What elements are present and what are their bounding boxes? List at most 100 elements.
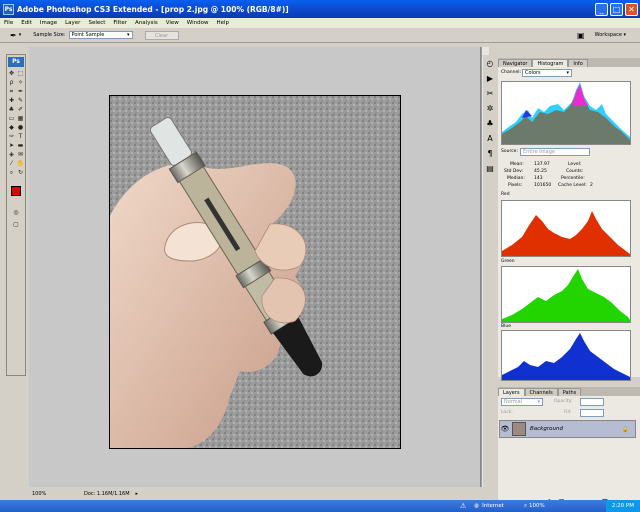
opacity-field[interactable]: [580, 398, 604, 406]
tool-preset-arrow-icon[interactable]: ▾: [19, 32, 22, 38]
layer-name[interactable]: Background: [530, 426, 563, 432]
eyedropper-icon[interactable]: ✒: [10, 31, 17, 40]
tray-clock[interactable]: 2:20 PM: [612, 503, 634, 509]
blue-label: Blue: [501, 324, 511, 329]
blend-mode-select[interactable]: Normal ▾: [501, 398, 543, 406]
internet-zone-label: Internet: [482, 503, 504, 509]
menu-edit[interactable]: Edit: [17, 20, 36, 26]
hand-tool-icon[interactable]: ✋: [17, 160, 25, 168]
fill-label: Fill:: [564, 410, 572, 415]
eraser-tool-icon[interactable]: ▭: [8, 115, 16, 123]
blur-tool-icon[interactable]: ◆: [8, 124, 16, 132]
channel-select[interactable]: Colors ▾: [522, 69, 572, 77]
source-value: Entire Image: [523, 148, 555, 155]
notes-panel-icon[interactable]: ▤: [486, 164, 494, 173]
eyedropper-sample-tool-icon[interactable]: ⁄: [8, 160, 16, 168]
zoom-level[interactable]: 100%: [32, 491, 56, 497]
sample-size-value: Point Sample: [71, 31, 105, 38]
menu-select[interactable]: Select: [84, 20, 109, 26]
brush-tool-icon[interactable]: ✎: [17, 97, 25, 105]
fill-field[interactable]: [580, 409, 604, 417]
menu-view[interactable]: View: [162, 20, 183, 26]
rotate-view-tool-icon[interactable]: ↻: [17, 169, 25, 177]
healing-brush-tool-icon[interactable]: ✚: [8, 97, 16, 105]
tool-presets-panel-icon[interactable]: ✂: [487, 89, 494, 98]
close-button[interactable]: ✕: [625, 2, 638, 16]
menu-layer[interactable]: Layer: [61, 20, 84, 26]
character-panel-icon[interactable]: A: [487, 134, 492, 143]
history-brush-tool-icon[interactable]: ✐: [17, 106, 25, 114]
opacity-label: Opacity:: [554, 399, 573, 404]
actions-panel-icon[interactable]: ▶: [487, 74, 493, 83]
toolbox-logo: Ps: [8, 57, 24, 67]
tab-navigator[interactable]: Navigator: [498, 59, 533, 67]
tab-info[interactable]: Info: [568, 59, 588, 67]
photoshop-app-icon: Ps: [3, 3, 14, 15]
notes-tool-icon[interactable]: ✉: [17, 151, 25, 159]
mean-label: Mean:: [510, 162, 524, 167]
pen-tool-icon[interactable]: ✑: [8, 133, 16, 141]
lock-icon: 🔒: [621, 425, 629, 433]
title-bar: Ps Adobe Photoshop CS3 Extended - [prop …: [0, 0, 640, 18]
brushes-panel-icon[interactable]: ✲: [487, 104, 494, 113]
minimize-button[interactable]: _: [595, 2, 608, 16]
window-title: Adobe Photoshop CS3 Extended - [prop 2.j…: [17, 4, 289, 14]
document-status-bar: 100% Doc: 1.16M/1.16M ▸: [29, 489, 481, 499]
eyedropper-tool-icon[interactable]: ✒: [17, 88, 25, 96]
percentile-label: Percentile:: [561, 176, 585, 181]
magic-wand-tool-icon[interactable]: ✧: [17, 79, 25, 87]
tab-paths[interactable]: Paths: [557, 388, 582, 396]
browser-zoom-level[interactable]: 100%: [529, 503, 545, 509]
menu-window[interactable]: Window: [183, 20, 213, 26]
maximize-button[interactable]: □: [610, 2, 623, 16]
menu-image[interactable]: Image: [36, 20, 61, 26]
path-selection-tool-icon[interactable]: ➤: [8, 142, 16, 150]
histogram-colors: [501, 81, 631, 145]
history-panel-icon[interactable]: ◴: [487, 59, 494, 68]
sample-size-label: Sample Size:: [33, 32, 66, 38]
screen-mode-icon[interactable]: ▢: [12, 221, 20, 229]
palette-well-icon[interactable]: ▣: [577, 31, 585, 40]
layer-thumbnail: [512, 422, 526, 436]
layer-row-background[interactable]: 👁 Background 🔒: [499, 420, 636, 438]
menu-analysis[interactable]: Analysis: [131, 20, 162, 26]
status-menu-arrow-icon[interactable]: ▸: [136, 491, 139, 497]
lasso-tool-icon[interactable]: ρ: [8, 79, 16, 87]
menu-file[interactable]: File: [0, 20, 17, 26]
dodge-tool-icon[interactable]: ●: [17, 124, 25, 132]
clone-stamp-tool-icon[interactable]: ♣: [8, 106, 16, 114]
menu-help[interactable]: Help: [212, 20, 233, 26]
3d-tool-icon[interactable]: ◈: [8, 151, 16, 159]
histogram-panel-tabs: Navigator Histogram Info: [498, 58, 640, 67]
crop-tool-icon[interactable]: ⌗: [8, 88, 16, 96]
tab-histogram[interactable]: Histogram: [532, 59, 569, 67]
eye-icon[interactable]: 👁: [500, 425, 510, 433]
gradient-tool-icon[interactable]: ▦: [17, 115, 25, 123]
tab-layers[interactable]: Layers: [498, 388, 525, 396]
type-tool-icon[interactable]: T: [17, 133, 25, 141]
source-label: Source:: [501, 149, 518, 154]
move-tool-icon[interactable]: ✥: [8, 70, 16, 78]
clear-button[interactable]: Clear: [144, 30, 179, 40]
sample-size-select[interactable]: Point Sample ▾: [68, 31, 133, 39]
workspace-menu[interactable]: Workspace ▾: [595, 32, 626, 38]
zoom-tool-icon[interactable]: ⌕: [8, 169, 16, 177]
ie-warning-icon[interactable]: ⚠: [460, 502, 466, 510]
clone-source-panel-icon[interactable]: ♣: [486, 119, 493, 128]
menu-filter[interactable]: Filter: [109, 20, 131, 26]
quick-mask-icon[interactable]: ◎: [12, 209, 20, 217]
doc-size[interactable]: Doc: 1.16M/1.16M: [84, 491, 130, 497]
paragraph-panel-icon[interactable]: ¶: [487, 149, 492, 158]
marquee-tool-icon[interactable]: ⬚: [17, 70, 25, 78]
toolbox: Ps ✥ ⬚ ρ ✧ ⌗ ✒ ✚ ✎ ♣ ✐ ▭ ▦ ◆ ● ✑ T ➤ ▬ ◈ ✉ ⁄ ✋ ⌕ ↻ ◎…: [6, 54, 26, 376]
document-image[interactable]: [109, 95, 401, 449]
zoom-magnifier-icon[interactable]: ⌕: [524, 503, 527, 510]
tab-channels[interactable]: Channels: [524, 388, 558, 396]
blend-mode-value: Normal: [504, 398, 523, 405]
shape-tool-icon[interactable]: ▬: [17, 142, 25, 150]
channel-value: Colors: [525, 69, 541, 76]
colors-histogram-chart: [502, 82, 630, 144]
collapsed-panel-icons: ◴ ▶ ✂ ✲ ♣ A ¶ ▤: [483, 55, 497, 495]
source-select[interactable]: Entire Image: [520, 148, 590, 156]
foreground-color-swatch[interactable]: [11, 186, 21, 196]
